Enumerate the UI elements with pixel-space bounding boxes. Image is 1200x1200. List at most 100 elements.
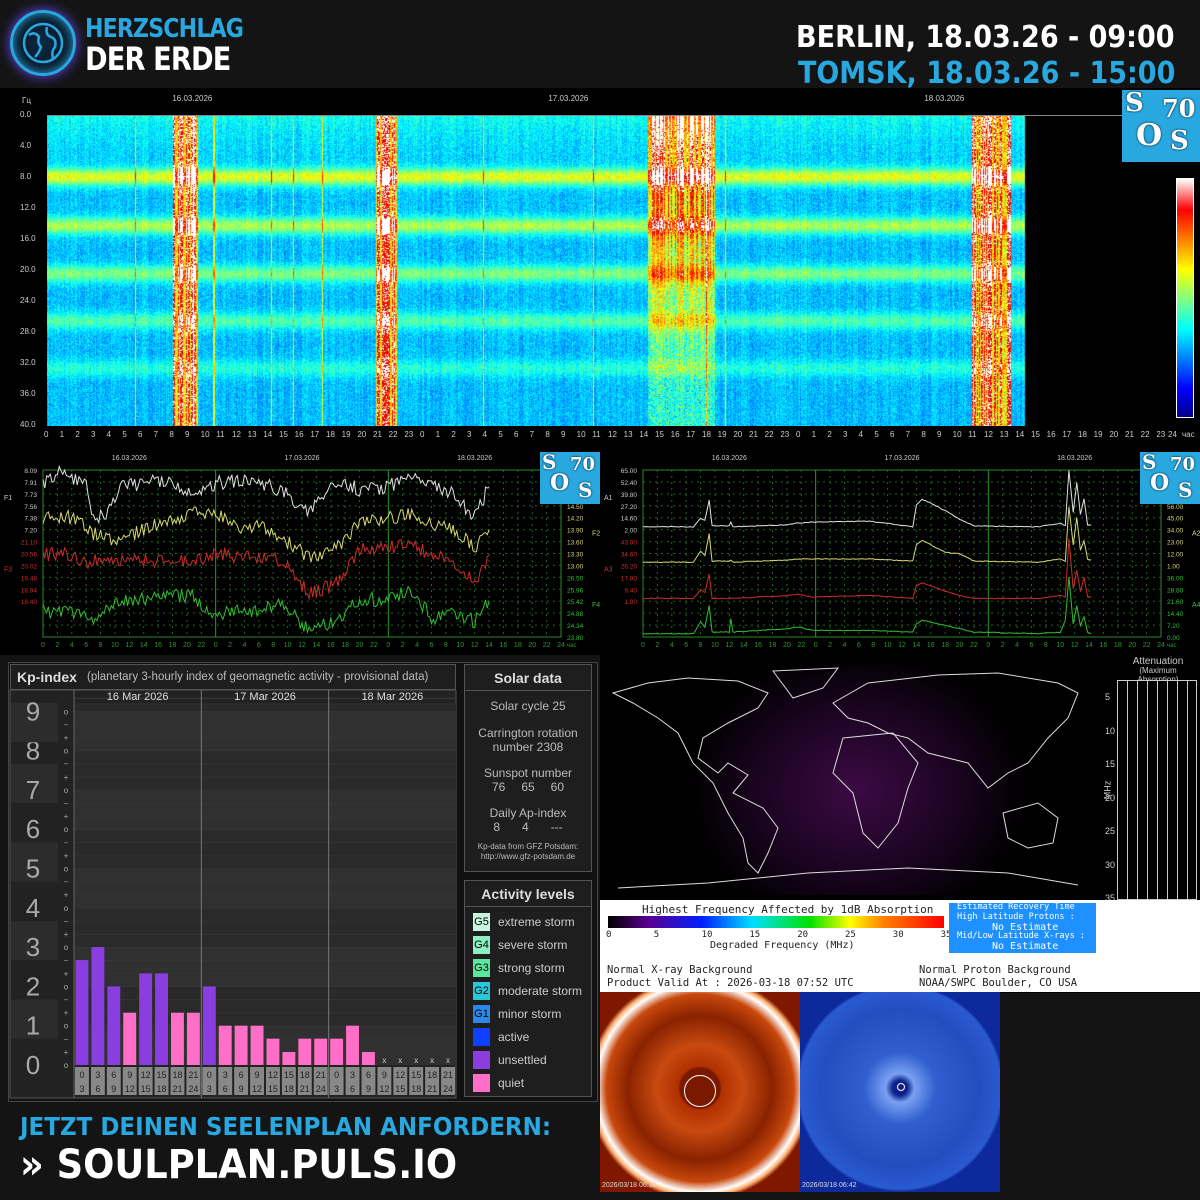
gfz-link[interactable]: http://www.gfz-potsdam.de: [465, 852, 591, 862]
x-tick-label: 6: [430, 642, 434, 649]
y-tick-label: 52.40: [621, 480, 638, 487]
activity-swatch: G1: [473, 1005, 490, 1023]
kp-band: [74, 881, 456, 895]
x-tick-label: 0: [796, 430, 801, 439]
atten-y-tick: 15: [1105, 759, 1116, 769]
y-tick-label: 13.30: [567, 552, 584, 559]
x-tick-label: 16: [500, 642, 508, 649]
kp-sub-tick: +: [64, 1009, 69, 1018]
kp-index-panel: Kp-index (planetary 3-hourly index of ge…: [8, 662, 598, 1102]
y-tick-label: 25.42: [567, 599, 584, 606]
kp-slot-end: 15: [141, 1084, 151, 1094]
kp-day-label: 18 Mar 2026: [361, 691, 423, 703]
kp-bar: [266, 1038, 280, 1065]
x-tick-label: 16: [154, 642, 162, 649]
x-tick-label: 10: [952, 430, 962, 439]
x-tick-label: 1: [811, 430, 817, 439]
scale-tick-label: 5: [653, 930, 660, 940]
x-tick-label: 16: [927, 642, 935, 649]
kp-slot-end: 24: [316, 1084, 326, 1094]
x-unit-label: час: [567, 643, 576, 649]
x-tick-label: 6: [84, 642, 88, 649]
date-label: 18.03.2026: [457, 455, 492, 462]
series-axis-label: F1: [4, 495, 12, 502]
x-tick-label: 20: [1109, 430, 1119, 439]
x-tick-label: 8: [99, 642, 103, 649]
y-unit-label: Гц: [22, 96, 31, 105]
kp-day-label: 16 Mar 2026: [107, 691, 169, 703]
kp-slot-start: 18: [427, 1070, 437, 1080]
kp-sub-tick: −: [64, 720, 69, 729]
y-tick-label: 32.0: [20, 358, 36, 367]
activity-level-item: G3 strong storm: [473, 958, 565, 978]
x-tick-label: 16: [754, 642, 762, 649]
y-tick-label: 13.90: [567, 528, 584, 535]
sunspot-label: Sunspot number: [483, 766, 573, 780]
kp-bar: [282, 1052, 296, 1065]
x-tick-label: 10: [284, 642, 292, 649]
activity-level-item: G1 minor storm: [473, 1004, 561, 1024]
kp-slot-start: 6: [239, 1070, 244, 1080]
c2-timestamp: 2026/03/18 06:36: [602, 1182, 657, 1189]
x-tick-label: 6: [684, 642, 688, 649]
kp-sub-tick: o: [64, 1022, 69, 1031]
kp-band: [74, 973, 456, 987]
y-tick-label: 36.00: [1167, 575, 1184, 582]
kp-bar: [218, 1025, 232, 1065]
kp-band: [74, 816, 456, 830]
activity-swatch: [473, 1074, 490, 1092]
kp-slot-start: 9: [127, 1070, 132, 1080]
x-tick-label: 3: [843, 430, 848, 439]
series-axis-label: A3: [604, 566, 613, 573]
ap-value: ---: [550, 820, 563, 834]
y-tick-label: 28.80: [1167, 587, 1184, 594]
y-tick-label: 34.60: [621, 552, 638, 559]
frequency-chart: 16.03.2026 17.03.2026 18.03.20260 2 4 6 8 10 12 1…: [4, 455, 600, 649]
series-axis-label: A2: [1192, 531, 1200, 538]
kp-bar: [346, 1025, 359, 1065]
y-tick-label: 24.34: [567, 623, 584, 630]
y-tick-label: 20.02: [21, 563, 38, 570]
y-tick-label: 21.10: [21, 540, 38, 547]
kp-bar-chart: 0 +o1 +o−2 +o−3 +o−4 +o−5 +o−6 +o−7 +o−8 +o−9 o−16…: [9, 690, 457, 1099]
globe-logo-icon: [10, 10, 76, 76]
world-absorption-map: [608, 663, 1088, 895]
x-tick-label: 6: [514, 430, 519, 439]
y-tick-label: 7.20: [1167, 623, 1180, 630]
y-tick-label: 18.40: [21, 599, 38, 606]
kp-sub-tick: o: [64, 825, 69, 834]
kp-slot-start: 12: [141, 1070, 151, 1080]
x-tick-label: 16: [327, 642, 335, 649]
x-tick-label: 10: [200, 430, 210, 439]
activity-swatch: [473, 1051, 490, 1069]
x-tick-label: 12: [725, 642, 733, 649]
kp-band: [74, 894, 456, 908]
drap-legend-area: Highest Frequency Affected by 1dB Absorp…: [600, 900, 1200, 992]
x-tick-label: 4: [482, 430, 488, 439]
x-tick-label: 11: [968, 430, 977, 439]
y-tick-label: 26.50: [567, 575, 584, 582]
y-tick-label: 27.20: [621, 504, 638, 511]
x-tick-label: 8: [921, 430, 926, 439]
x-tick-label: 8: [1044, 642, 1048, 649]
soulplan-link[interactable]: » SOULPLAN.PULS.IO: [20, 1142, 457, 1188]
ap-index-label: Daily Ap-index: [489, 806, 567, 820]
kp-y-label: 0: [26, 1050, 40, 1080]
x-tick-label: 13: [247, 430, 257, 439]
kp-slot-start: 18: [300, 1070, 310, 1080]
y-tick-label: 26.20: [621, 563, 638, 570]
x-tick-label: 22: [1143, 642, 1151, 649]
kp-slot-end: 21: [172, 1084, 182, 1094]
kp-slot-end: 9: [366, 1084, 371, 1094]
x-tick-label: 8: [444, 642, 448, 649]
sunspot-value: 65: [521, 780, 535, 794]
x-tick-label: 17: [686, 430, 696, 439]
x-tick-label: 20: [1128, 642, 1136, 649]
ap-value: 8: [493, 820, 500, 834]
sos70-logo: S 70 O S: [540, 450, 600, 504]
kp-slot-end: 6: [95, 1084, 100, 1094]
y-tick-label: 18.94: [21, 587, 38, 594]
x-tick-label: 12: [471, 642, 479, 649]
x-tick-label: 14: [639, 430, 649, 439]
activity-label: moderate storm: [498, 984, 583, 998]
